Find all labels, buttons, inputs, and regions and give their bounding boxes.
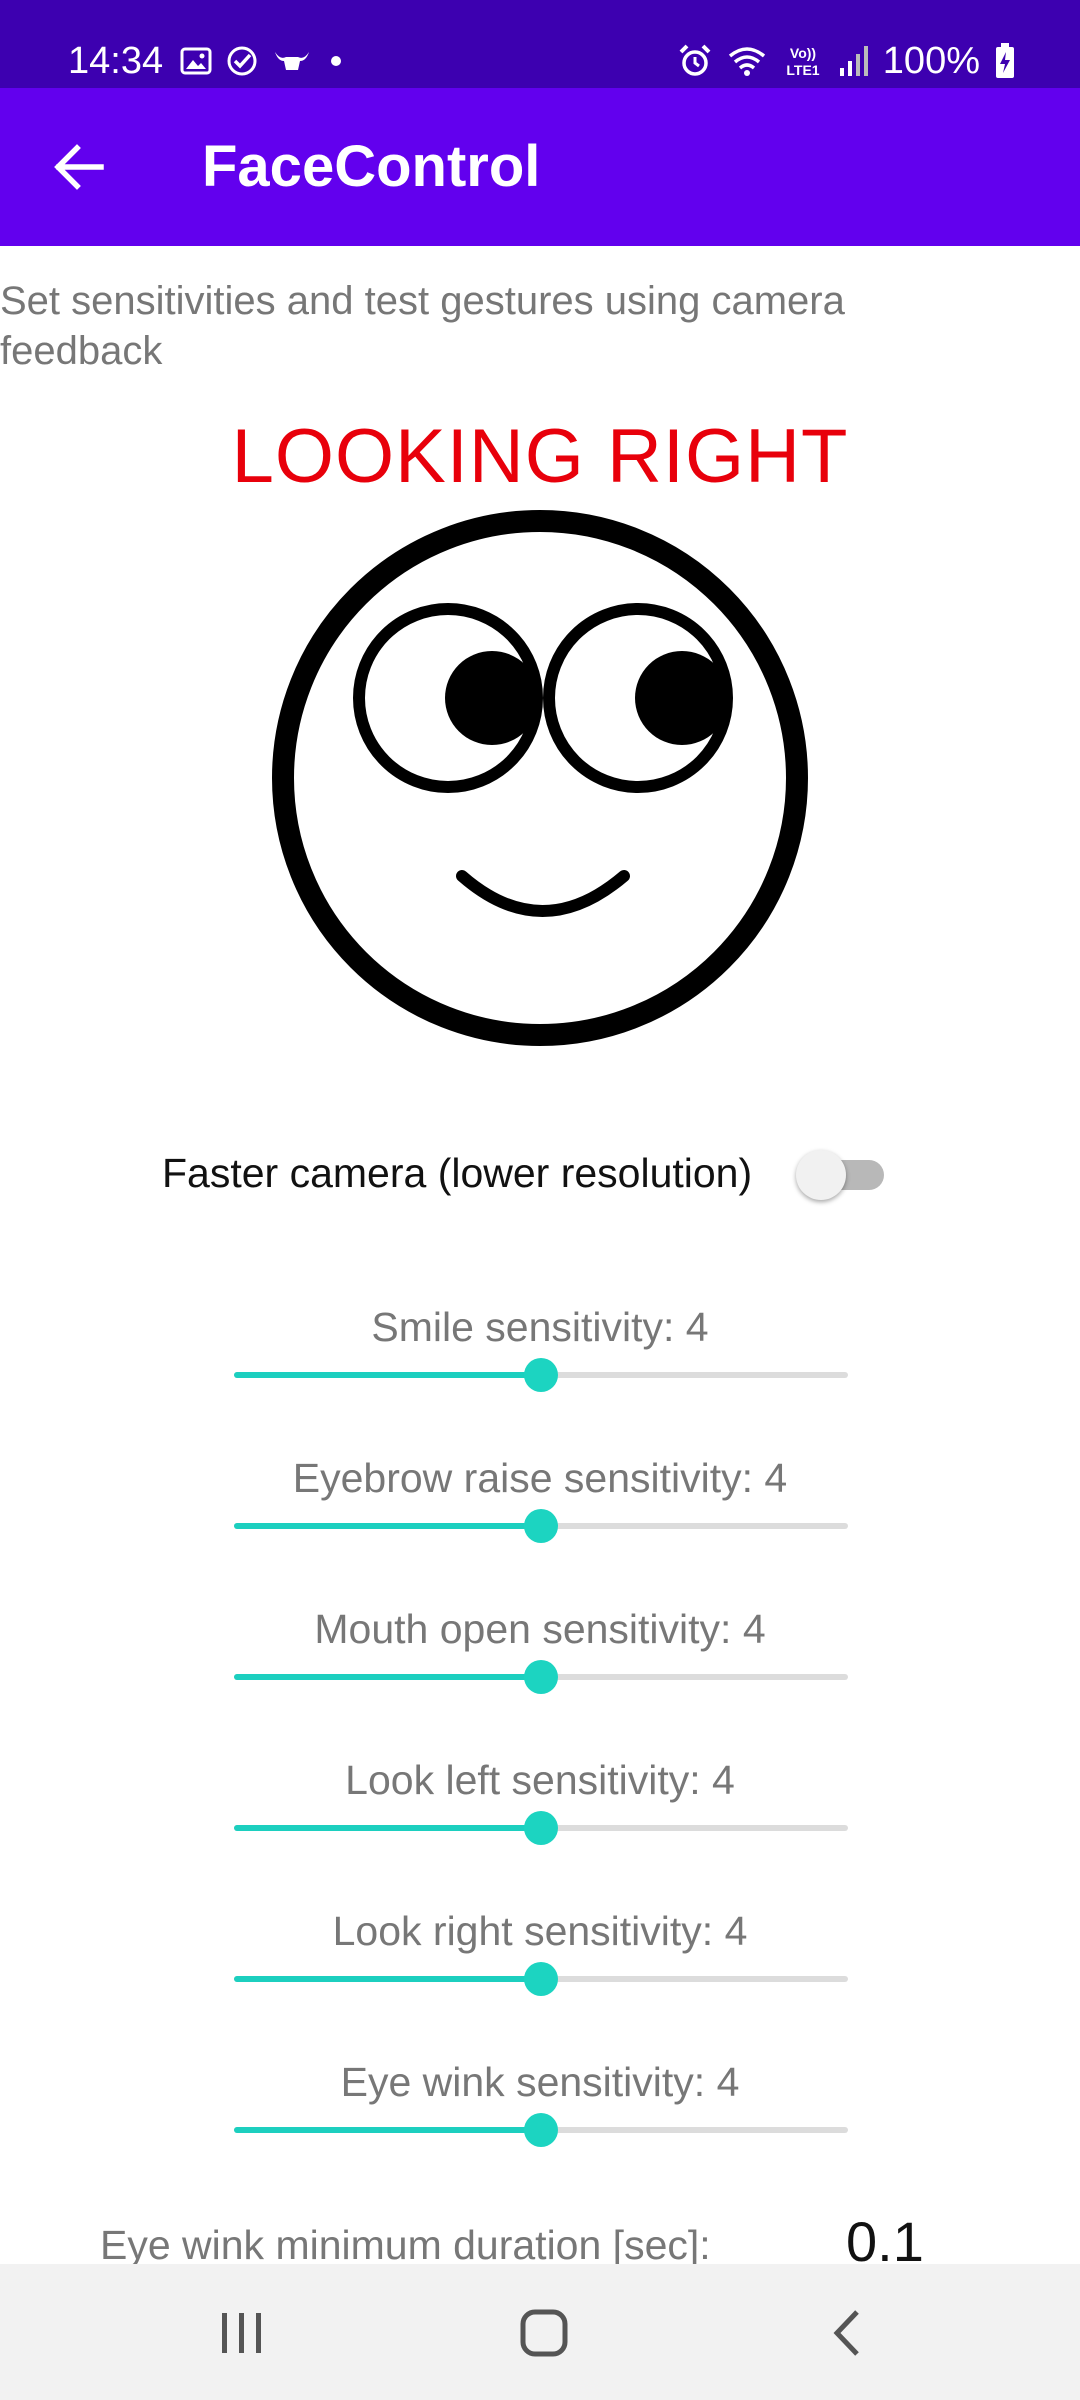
- slider-fill: [234, 2127, 541, 2133]
- smile-sensitivity-slider[interactable]: [234, 1358, 848, 1392]
- status-time: 14:34: [68, 40, 164, 82]
- nav-back-button[interactable]: [806, 2298, 886, 2368]
- signal-icon: [839, 46, 868, 76]
- slider-fill: [234, 1674, 541, 1680]
- slider-thumb[interactable]: [524, 1811, 558, 1845]
- mouth-open-sensitivity-slider-group: Mouth open sensitivity: 4: [0, 1604, 1080, 1704]
- slider-fill: [234, 1825, 541, 1831]
- arrow-left-icon: [54, 144, 104, 190]
- faster-camera-row: Faster camera (lower resolution): [0, 1140, 1080, 1204]
- status-bar: 14:34 Vo)) LTE1 100%: [0, 0, 1080, 88]
- wink-duration-label: Eye wink minimum duration [sec]:: [100, 2222, 711, 2268]
- slider-fill: [234, 1976, 541, 1982]
- battery-charging-icon: [996, 43, 1014, 78]
- slider-label: Eye wink sensitivity: 4: [340, 2059, 740, 2105]
- status-icons-right: Vo)) LTE1 100%: [677, 38, 1016, 84]
- face-looking-right-icon: [272, 510, 808, 1046]
- slider-label: Look right sensitivity: 4: [332, 1908, 748, 1954]
- gallery-icon: [180, 47, 212, 75]
- slider-label: Eyebrow raise sensitivity: 4: [292, 1455, 788, 1501]
- eye-wink-sensitivity-slider-group: Eye wink sensitivity: 4: [0, 2057, 1080, 2157]
- slider-fill: [234, 1523, 541, 1529]
- switch-thumb: [796, 1150, 846, 1200]
- navigation-bar: [0, 2264, 1080, 2400]
- battery-percentage: 100%: [882, 40, 980, 82]
- slider-label: Look left sensitivity: 4: [345, 1757, 735, 1803]
- slider-label: Mouth open sensitivity: 4: [314, 1606, 766, 1652]
- slider-thumb[interactable]: [524, 1660, 558, 1694]
- alarm-icon: [679, 44, 711, 76]
- chevron-left-icon: [833, 2310, 859, 2356]
- recents-button[interactable]: [202, 2298, 282, 2368]
- gesture-status-label: LOOKING RIGHT: [231, 414, 849, 499]
- look-left-sensitivity-slider-group: Look left sensitivity: 4: [0, 1755, 1080, 1855]
- look-right-sensitivity-slider[interactable]: [234, 1962, 848, 1996]
- back-button[interactable]: [40, 128, 118, 206]
- volte-label-bottom: LTE1: [786, 62, 819, 78]
- page-description: Set sensitivities and test gestures usin…: [0, 279, 845, 373]
- volte-label-top: Vo)): [790, 45, 816, 61]
- look-right-sensitivity-slider-group: Look right sensitivity: 4: [0, 1906, 1080, 2006]
- faster-camera-label: Faster camera (lower resolution): [162, 1150, 753, 1196]
- slider-thumb[interactable]: [524, 1358, 558, 1392]
- status-icons-left: [180, 40, 346, 82]
- dot-icon: [331, 56, 341, 66]
- app-bar: FaceControl: [0, 88, 1080, 246]
- volte-icon: Vo)) LTE1: [786, 45, 819, 78]
- home-button[interactable]: [504, 2298, 584, 2368]
- look-left-sensitivity-slider[interactable]: [234, 1811, 848, 1845]
- eyebrow-raise-sensitivity-slider[interactable]: [234, 1509, 848, 1543]
- home-icon: [520, 2309, 568, 2357]
- eyebrow-raise-sensitivity-slider-group: Eyebrow raise sensitivity: 4: [0, 1453, 1080, 1553]
- wifi-icon: [728, 47, 765, 76]
- app-title: FaceControl: [202, 134, 541, 199]
- slider-fill: [234, 1372, 541, 1378]
- faster-camera-switch[interactable]: [796, 1150, 888, 1200]
- slider-thumb[interactable]: [524, 1962, 558, 1996]
- eye-wink-sensitivity-slider[interactable]: [234, 2113, 848, 2147]
- smile-sensitivity-slider-group: Smile sensitivity: 4: [0, 1302, 1080, 1402]
- slider-thumb[interactable]: [524, 1509, 558, 1543]
- bull-icon: [275, 52, 309, 70]
- recents-icon: [222, 2313, 261, 2353]
- slider-label: Smile sensitivity: 4: [371, 1304, 709, 1350]
- slider-thumb[interactable]: [524, 2113, 558, 2147]
- mouth-open-sensitivity-slider[interactable]: [234, 1660, 848, 1694]
- check-circle-icon: [227, 46, 257, 76]
